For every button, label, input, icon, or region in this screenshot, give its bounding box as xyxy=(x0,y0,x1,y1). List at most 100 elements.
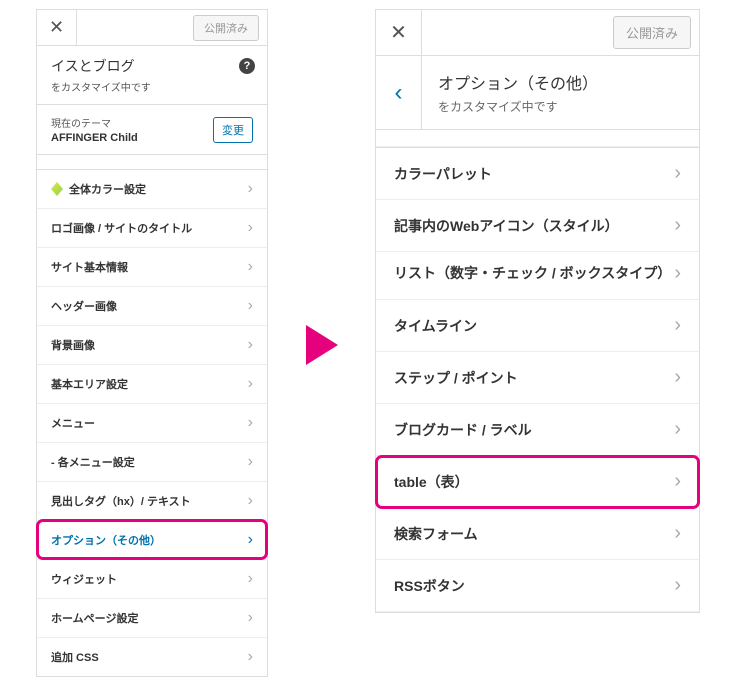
arrow-indicator-icon xyxy=(306,325,338,365)
menu-item-text: 背景画像 xyxy=(51,337,95,353)
menu-item[interactable]: オプション（その他） › xyxy=(37,520,267,559)
menu-item[interactable]: カラーパレット › xyxy=(376,147,699,200)
menu-item[interactable]: ウィジェット › xyxy=(37,559,267,598)
menu-item[interactable]: 基本エリア設定 › xyxy=(37,364,267,403)
close-button[interactable]: ✕ xyxy=(37,10,77,45)
menu-item[interactable]: 検索フォーム › xyxy=(376,508,699,560)
menu-item-text: ロゴ画像 / サイトのタイトル xyxy=(51,220,192,236)
chevron-right-icon: › xyxy=(674,470,681,493)
close-button[interactable]: ✕ xyxy=(376,10,422,55)
topbar: ✕ 公開済み xyxy=(37,10,267,46)
menu-item[interactable]: ホームページ設定 › xyxy=(37,598,267,637)
menu-item-label: オプション（その他） xyxy=(51,532,161,548)
chevron-right-icon: › xyxy=(248,219,253,237)
chevron-right-icon: › xyxy=(248,453,253,471)
menu-item-text: 追加 CSS xyxy=(51,649,99,665)
menu-item-text: - 各メニュー設定 xyxy=(51,454,135,470)
menu-item[interactable]: 背景画像 › xyxy=(37,325,267,364)
chevron-right-icon: › xyxy=(674,574,681,597)
chevron-right-icon: › xyxy=(674,522,681,545)
panel-subtitle: をカスタマイズ中です xyxy=(438,98,683,115)
chevron-right-icon: › xyxy=(248,570,253,588)
help-icon[interactable]: ? xyxy=(239,58,255,74)
chevron-left-icon: ‹ xyxy=(395,79,403,107)
panel-header: ‹ オプション（その他） をカスタマイズ中です xyxy=(376,56,699,130)
menu-item-text: 全体カラー設定 xyxy=(69,181,146,197)
site-title: イスとブログ xyxy=(51,56,253,76)
menu-item[interactable]: - 各メニュー設定 › xyxy=(37,442,267,481)
chevron-right-icon: › xyxy=(248,531,253,549)
menu-item-label: ステップ / ポイント xyxy=(394,368,518,388)
menu-item[interactable]: table（表） › xyxy=(376,456,699,508)
customizer-panel-options: ✕ 公開済み ‹ オプション（その他） をカスタマイズ中です カラーパレット › 記… xyxy=(375,9,700,613)
menu-item[interactable]: 見出しタグ（hx）/ テキスト › xyxy=(37,481,267,520)
site-header: イスとブログ をカスタマイズ中です ? xyxy=(37,46,267,105)
menu-item-text: サイト基本情報 xyxy=(51,259,128,275)
affinger-icon xyxy=(51,182,63,196)
menu-item-label: 記事内のWebアイコン（スタイル） xyxy=(394,216,619,236)
back-button[interactable]: ‹ xyxy=(376,56,422,129)
menu-item-label: タイムライン xyxy=(394,316,477,336)
menu-item-text: 基本エリア設定 xyxy=(51,376,128,392)
menu-item-text: メニュー xyxy=(51,415,95,431)
chevron-right-icon: › xyxy=(248,492,253,510)
menu-item-label: カラーパレット xyxy=(394,164,492,184)
menu-item-text: ホームページ設定 xyxy=(51,610,138,626)
chevron-right-icon: › xyxy=(248,414,253,432)
close-icon: ✕ xyxy=(390,20,407,45)
menu-item-label: ウィジェット xyxy=(51,571,117,587)
panel-title-wrap: オプション（その他） をカスタマイズ中です xyxy=(422,56,699,129)
theme-label: 現在のテーマ xyxy=(51,115,138,130)
publish-button[interactable]: 公開済み xyxy=(193,15,259,41)
menu-item-label: ヘッダー画像 xyxy=(51,298,117,314)
change-theme-button[interactable]: 変更 xyxy=(213,117,253,143)
menu-item-label: table（表） xyxy=(394,472,469,492)
menu-item-label: 検索フォーム xyxy=(394,524,478,544)
chevron-right-icon: › xyxy=(248,297,253,315)
menu-item-label: ホームページ設定 xyxy=(51,610,138,626)
menu-item[interactable]: 記事内のWebアイコン（スタイル）› xyxy=(376,200,699,252)
options-menu-list: カラーパレット›記事内のWebアイコン（スタイル）›リスト（数字・チェック / … xyxy=(376,146,699,612)
menu-item-label: 基本エリア設定 xyxy=(51,376,128,392)
menu-item[interactable]: 追加 CSS› xyxy=(37,637,267,676)
menu-item[interactable]: メニュー › xyxy=(37,403,267,442)
menu-item-label: 背景画像 xyxy=(51,337,95,353)
menu-item-label: メニュー xyxy=(51,415,95,431)
menu-item[interactable]: ステップ / ポイント › xyxy=(376,352,699,404)
chevron-right-icon: › xyxy=(674,262,681,285)
chevron-right-icon: › xyxy=(674,418,681,441)
menu-item[interactable]: 全体カラー設定 › xyxy=(37,169,267,208)
customize-subtitle: をカスタマイズ中です xyxy=(51,79,253,94)
chevron-right-icon: › xyxy=(248,180,253,198)
menu-item-text: 見出しタグ（hx）/ テキスト xyxy=(51,493,191,509)
theme-name: AFFINGER Child xyxy=(51,132,138,144)
chevron-right-icon: › xyxy=(248,258,253,276)
topbar: ✕ 公開済み xyxy=(376,10,699,56)
customizer-panel-main: ✕ 公開済み イスとブログ をカスタマイズ中です ? 現在のテーマ AFFING… xyxy=(36,9,268,677)
menu-item-label: 見出しタグ（hx）/ テキスト xyxy=(51,493,191,509)
menu-item-label: RSSボタン xyxy=(394,576,465,596)
menu-item[interactable]: サイト基本情報 › xyxy=(37,247,267,286)
menu-item-text: ヘッダー画像 xyxy=(51,298,117,314)
menu-item[interactable]: ブログカード / ラベル› xyxy=(376,404,699,456)
chevron-right-icon: › xyxy=(248,336,253,354)
chevron-right-icon: › xyxy=(674,366,681,389)
customizer-menu-list: 全体カラー設定›ロゴ画像 / サイトのタイトル›サイト基本情報›ヘッダー画像›背… xyxy=(37,169,267,676)
menu-item-label: リスト（数字・チェック / ボックスタイプ） xyxy=(394,263,671,284)
menu-item-label: - 各メニュー設定 xyxy=(51,454,135,470)
menu-item-label: 全体カラー設定 xyxy=(51,181,146,197)
chevron-right-icon: › xyxy=(248,609,253,627)
menu-item-label: ロゴ画像 / サイトのタイトル xyxy=(51,220,192,236)
chevron-right-icon: › xyxy=(248,375,253,393)
menu-item[interactable]: ヘッダー画像 › xyxy=(37,286,267,325)
menu-item[interactable]: リスト（数字・チェック / ボックスタイプ）› xyxy=(376,252,699,300)
menu-item[interactable]: タイムライン › xyxy=(376,300,699,352)
theme-info: 現在のテーマ AFFINGER Child xyxy=(51,115,138,144)
chevron-right-icon: › xyxy=(674,314,681,337)
chevron-right-icon: › xyxy=(674,162,681,185)
publish-button[interactable]: 公開済み xyxy=(613,16,691,49)
menu-item[interactable]: ロゴ画像 / サイトのタイトル › xyxy=(37,208,267,247)
panel-title: オプション（その他） xyxy=(438,70,683,94)
menu-item-label: 追加 CSS xyxy=(51,649,99,665)
menu-item[interactable]: RSSボタン › xyxy=(376,560,699,612)
